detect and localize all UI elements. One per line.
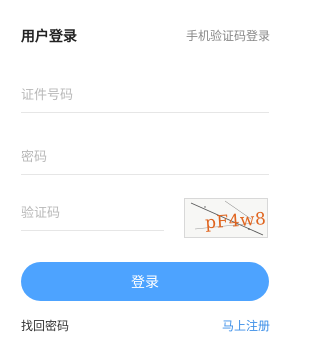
login-title: 用户登录 <box>21 29 77 45</box>
id-number-field-container <box>21 80 269 113</box>
id-number-input[interactable] <box>21 80 269 110</box>
password-input[interactable] <box>21 142 269 172</box>
captcha-noise-dot <box>204 206 206 208</box>
captcha-text: pF4w8 <box>204 209 267 233</box>
sms-login-link[interactable]: 手机验证码登录 <box>186 27 270 45</box>
password-field-container <box>21 142 269 175</box>
captcha-field-container <box>21 198 164 231</box>
login-button[interactable]: 登录 <box>21 262 269 301</box>
register-link[interactable]: 马上注册 <box>222 317 270 335</box>
forgot-password-link[interactable]: 找回密码 <box>21 317 69 335</box>
captcha-input[interactable] <box>21 198 164 228</box>
captcha-image[interactable]: pF4w8 <box>184 198 268 238</box>
captcha-graphic: pF4w8 <box>190 200 267 236</box>
